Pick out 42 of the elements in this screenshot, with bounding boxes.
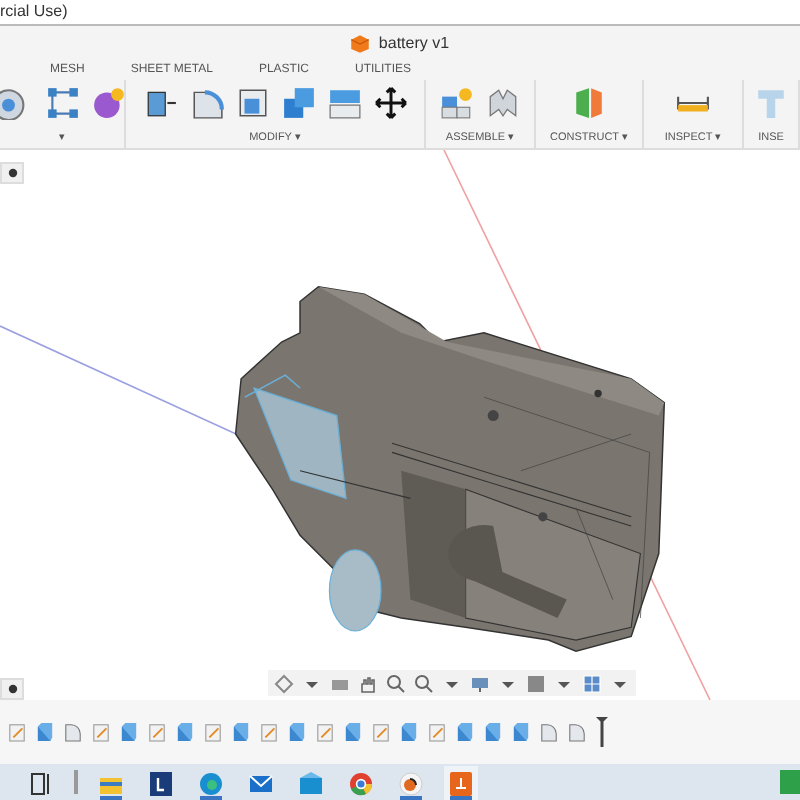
display-icon[interactable] bbox=[470, 673, 490, 693]
extrude-icon[interactable] bbox=[456, 722, 474, 742]
combine-icon[interactable] bbox=[281, 85, 315, 119]
status-indicator-icon bbox=[780, 770, 800, 794]
plane-icon[interactable] bbox=[572, 85, 606, 119]
extrude-icon[interactable] bbox=[232, 722, 250, 742]
extrude-icon[interactable] bbox=[120, 722, 138, 742]
sketch-icon[interactable] bbox=[8, 722, 26, 742]
move-icon[interactable] bbox=[373, 85, 407, 119]
extrude-icon[interactable] bbox=[512, 722, 530, 742]
sketch-icon[interactable] bbox=[372, 722, 390, 742]
fillet-icon[interactable] bbox=[189, 85, 223, 119]
sketch-icon[interactable] bbox=[204, 722, 222, 742]
joint-icon[interactable] bbox=[440, 85, 474, 119]
split-icon[interactable] bbox=[327, 85, 361, 119]
grid-icon[interactable] bbox=[526, 673, 546, 693]
hand-icon[interactable] bbox=[358, 673, 378, 693]
settings-icon[interactable] bbox=[0, 162, 24, 184]
cad-icon[interactable] bbox=[444, 765, 478, 799]
zoom-icon[interactable] bbox=[386, 673, 406, 693]
mesh-icon[interactable] bbox=[45, 85, 79, 119]
sphere-icon[interactable] bbox=[91, 85, 125, 119]
orbit-icon[interactable] bbox=[274, 673, 294, 693]
timeline-marker[interactable] bbox=[596, 712, 608, 752]
settings-icon[interactable] bbox=[0, 678, 24, 700]
sketch-icon[interactable] bbox=[316, 722, 334, 742]
extrude-icon[interactable] bbox=[288, 722, 306, 742]
zoom-icon[interactable] bbox=[414, 673, 434, 693]
document-tab[interactable]: battery v1 bbox=[378, 31, 450, 55]
sketch-icon[interactable] bbox=[92, 722, 110, 742]
shell-icon[interactable] bbox=[235, 85, 269, 119]
views-icon[interactable] bbox=[582, 673, 602, 693]
extrude-icon[interactable] bbox=[36, 722, 54, 742]
cube-icon bbox=[350, 33, 371, 53]
joint-icon[interactable] bbox=[486, 85, 520, 119]
sketch-icon[interactable] bbox=[148, 722, 166, 742]
sketch-icon[interactable] bbox=[428, 722, 446, 742]
extrude-icon[interactable] bbox=[400, 722, 418, 742]
sketch-icon[interactable] bbox=[260, 722, 278, 742]
extrude-icon[interactable] bbox=[344, 722, 362, 742]
extrude-icon[interactable] bbox=[484, 722, 502, 742]
extrude-icon[interactable] bbox=[176, 722, 194, 742]
